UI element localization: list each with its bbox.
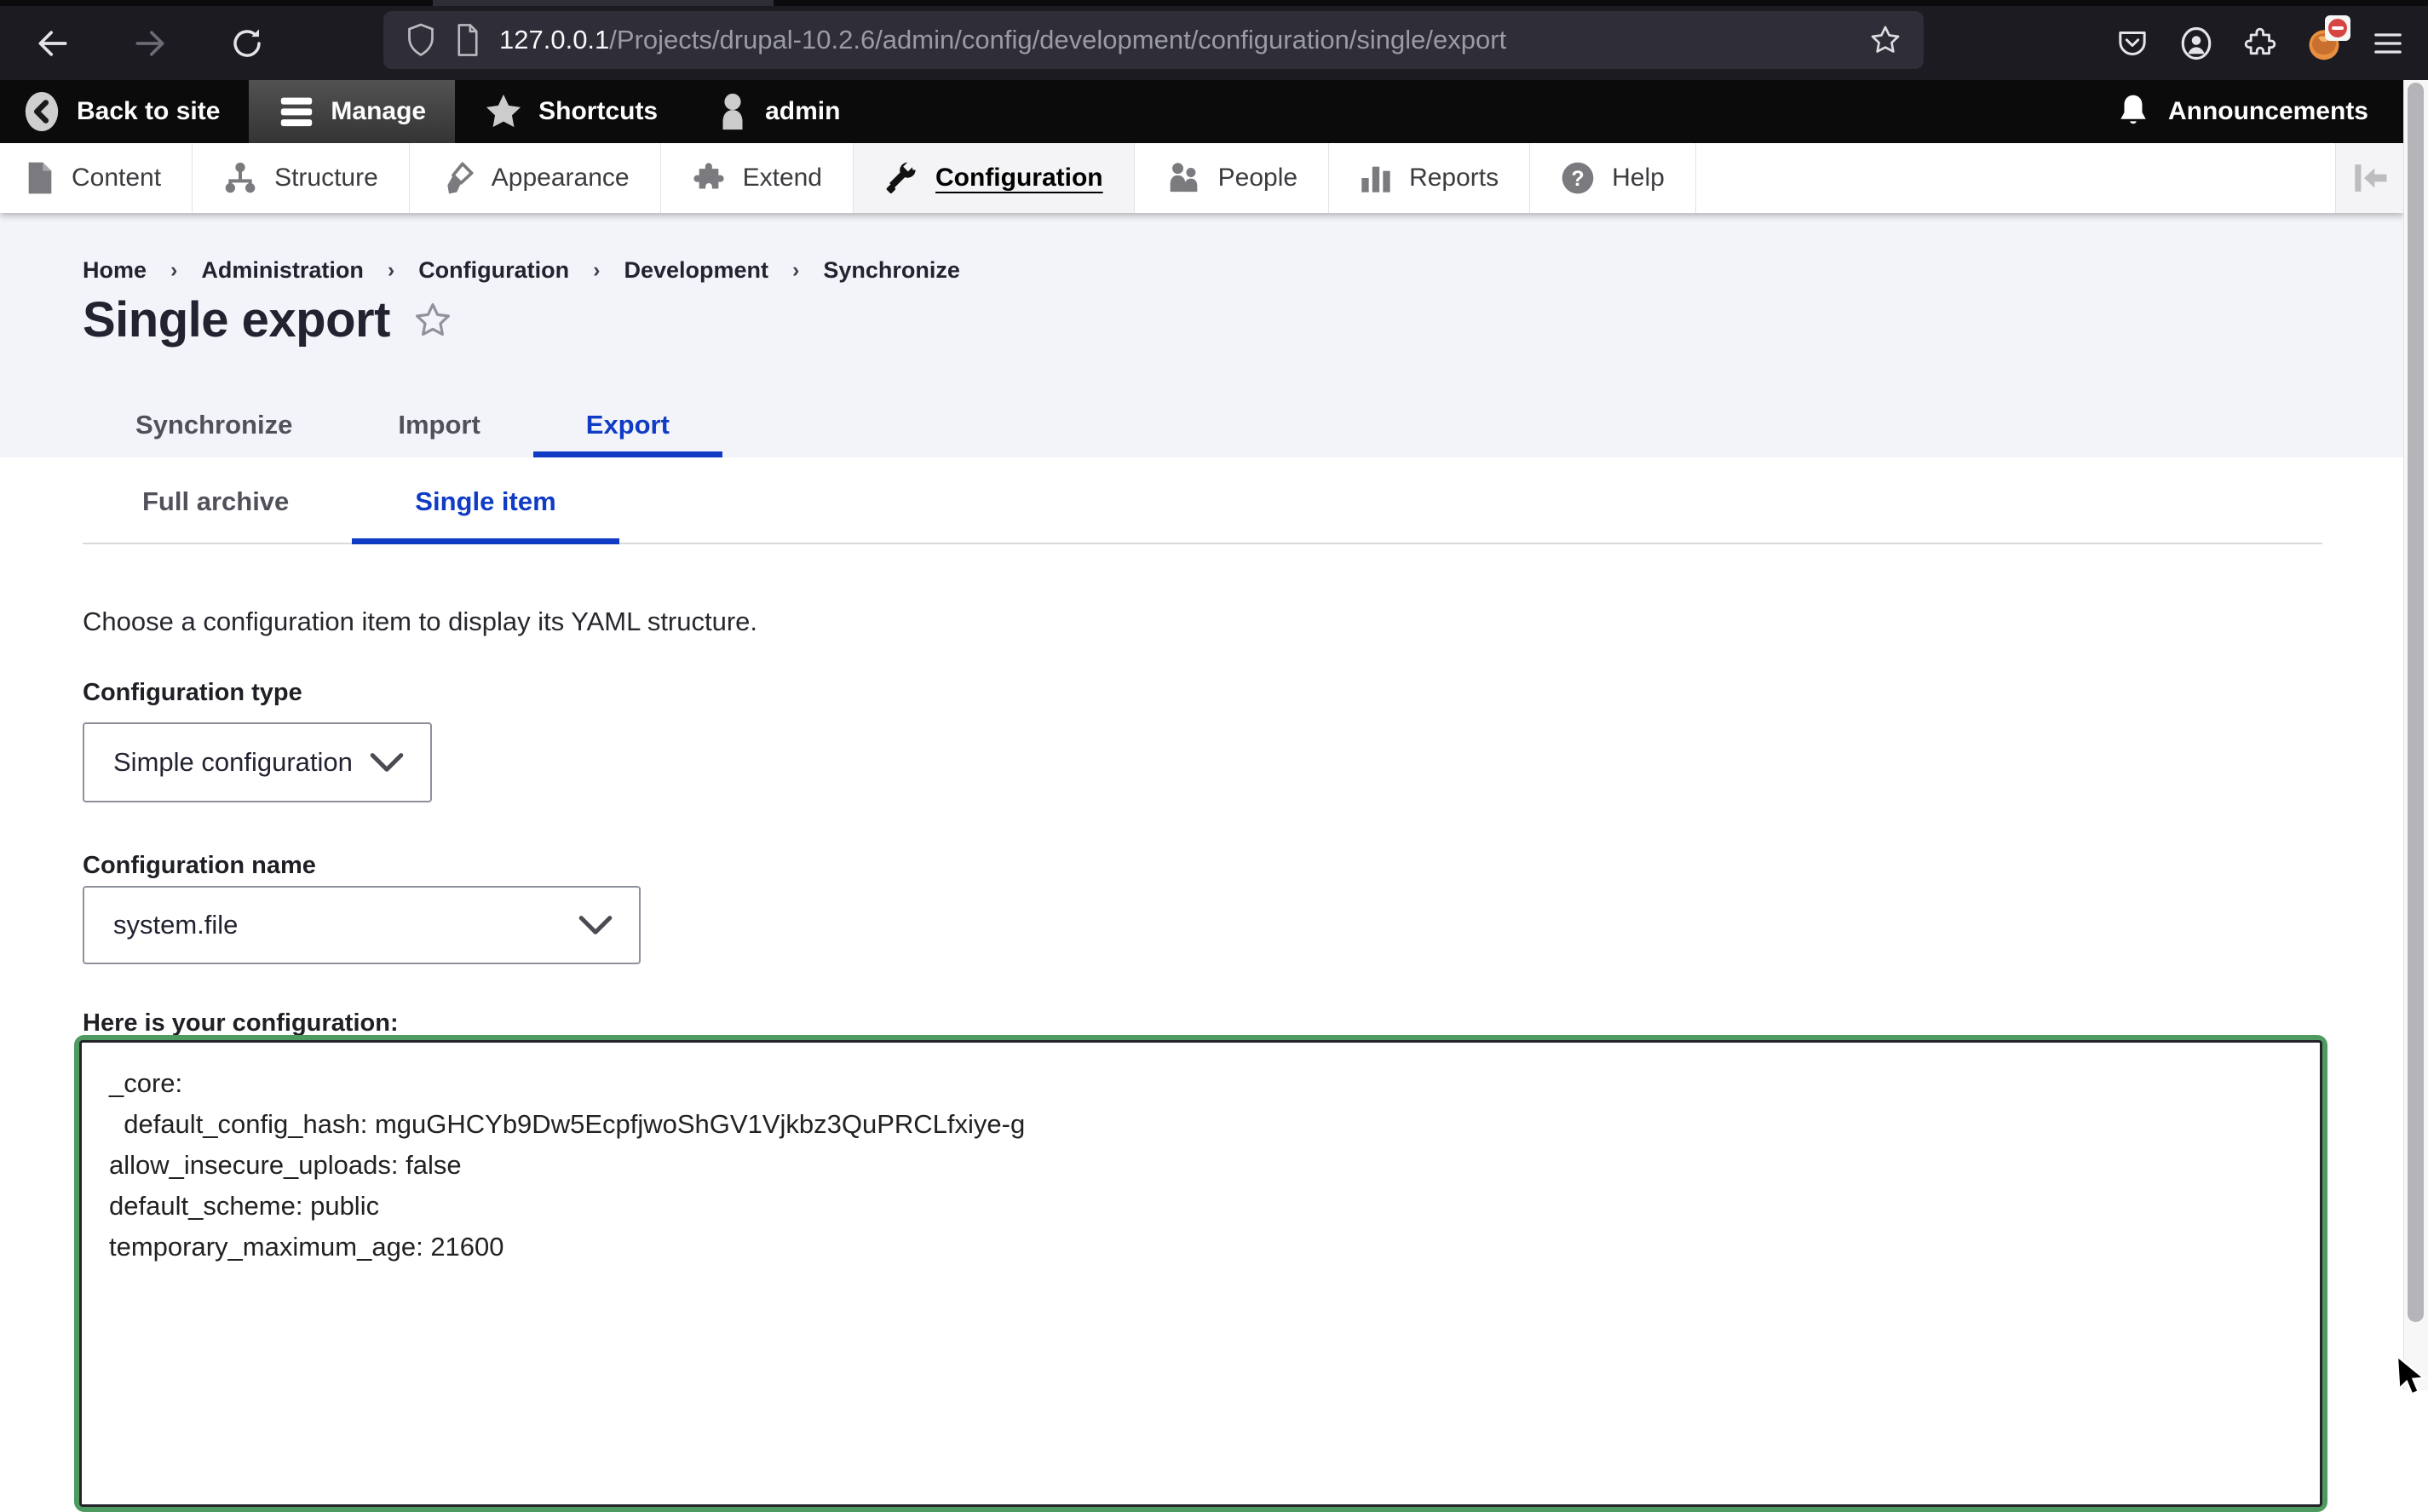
puzzle-icon xyxy=(692,161,726,195)
mouse-cursor xyxy=(2394,1354,2428,1399)
breadcrumb-link-home[interactable]: Home xyxy=(83,257,147,284)
back-button[interactable] xyxy=(34,25,72,62)
svg-text:?: ? xyxy=(1571,167,1584,191)
back-to-site-icon xyxy=(22,89,61,134)
bar-chart-icon xyxy=(1360,161,1392,195)
menu-item-people[interactable]: People xyxy=(1135,143,1329,213)
active-tab-edge xyxy=(433,0,774,6)
tab-synchronize[interactable]: Synchronize xyxy=(83,393,345,457)
favorite-star-icon[interactable] xyxy=(412,300,453,341)
page-header-region: Home › Administration › Configuration › … xyxy=(0,213,2404,457)
hamburger-menu-icon[interactable] xyxy=(2370,26,2406,61)
manage-button[interactable]: Manage xyxy=(249,80,455,143)
menu-item-label: Structure xyxy=(274,164,378,193)
brush-icon xyxy=(440,161,475,195)
chevron-down-icon xyxy=(369,751,405,773)
menu-item-help[interactable]: ? Help xyxy=(1530,143,1696,213)
pocket-icon[interactable] xyxy=(2114,26,2150,61)
back-to-site-label: Back to site xyxy=(77,97,220,126)
manage-hamburger-icon xyxy=(278,95,315,129)
primary-tabs: Synchronize Import Export xyxy=(83,393,722,457)
account-icon[interactable] xyxy=(2178,26,2214,61)
config-name-select[interactable]: system.file xyxy=(83,886,641,964)
shortcuts-button[interactable]: Shortcuts xyxy=(455,80,687,143)
shortcuts-label: Shortcuts xyxy=(538,97,658,126)
admin-menu-bar: Content Structure Appearance Extend xyxy=(0,143,2404,213)
bell-icon xyxy=(2115,92,2151,131)
shield-icon[interactable] xyxy=(406,23,436,57)
breadcrumb-link-development[interactable]: Development xyxy=(624,257,768,284)
menu-item-label: Extend xyxy=(743,164,822,193)
breadcrumb-separator: › xyxy=(792,258,799,283)
menu-item-label: Content xyxy=(72,164,161,193)
breadcrumb-link-configuration[interactable]: Configuration xyxy=(418,257,569,284)
menu-item-reports[interactable]: Reports xyxy=(1329,143,1530,213)
tab-export[interactable]: Export xyxy=(533,393,722,457)
wrench-icon xyxy=(884,161,918,195)
intro-text: Choose a configuration item to display i… xyxy=(83,607,757,637)
admin-user-button[interactable]: admin xyxy=(687,80,869,143)
breadcrumb-link-synchronize[interactable]: Synchronize xyxy=(823,257,960,284)
forward-button[interactable] xyxy=(131,25,169,62)
config-type-select[interactable]: Simple configuration xyxy=(83,722,432,802)
user-icon xyxy=(716,92,750,131)
config-output-label: Here is your configuration: xyxy=(83,1009,399,1038)
browser-toolbar: 127.0.0.1/Projects/drupal-10.2.6/admin/c… xyxy=(0,0,2428,80)
breadcrumb-separator: › xyxy=(593,258,600,283)
menu-item-content[interactable]: Content xyxy=(0,143,193,213)
announcements-button[interactable]: Announcements xyxy=(2115,80,2404,143)
menu-item-appearance[interactable]: Appearance xyxy=(410,143,661,213)
bookmark-star-icon[interactable] xyxy=(1869,24,1902,56)
container-firefox-icon[interactable] xyxy=(2306,26,2342,61)
shortcuts-star-icon xyxy=(484,93,523,130)
menu-item-configuration[interactable]: Configuration xyxy=(854,143,1135,213)
admin-toolbar: Back to site Manage Shortcuts admin xyxy=(0,80,2404,143)
url-text[interactable]: 127.0.0.1/Projects/drupal-10.2.6/admin/c… xyxy=(499,25,1850,55)
scrollbar-thumb[interactable] xyxy=(2408,83,2424,1322)
breadcrumb: Home › Administration › Configuration › … xyxy=(83,257,960,284)
chevron-down-icon xyxy=(578,914,613,936)
question-icon: ? xyxy=(1561,161,1595,195)
manage-label: Manage xyxy=(331,97,426,126)
page-info-icon[interactable] xyxy=(455,24,480,56)
config-output-focus-ring: _core: default_config_hash: mguGHCYb9Dw5… xyxy=(74,1035,2327,1512)
config-name-label: Configuration name xyxy=(83,852,316,880)
tab-import[interactable]: Import xyxy=(345,393,532,457)
menu-item-extend[interactable]: Extend xyxy=(661,143,854,213)
breadcrumb-separator: › xyxy=(170,258,177,283)
config-output-textarea[interactable]: _core: default_config_hash: mguGHCYb9Dw5… xyxy=(79,1040,2322,1507)
back-to-site-button[interactable]: Back to site xyxy=(0,80,249,143)
menu-item-label: Reports xyxy=(1409,164,1499,193)
container-badge xyxy=(2325,15,2350,41)
screen: 127.0.0.1/Projects/drupal-10.2.6/admin/c… xyxy=(0,0,2428,1390)
breadcrumb-separator: › xyxy=(388,258,394,283)
url-bar[interactable]: 127.0.0.1/Projects/drupal-10.2.6/admin/c… xyxy=(383,11,1924,69)
secondary-tabs: Full archive Single item xyxy=(83,457,2322,544)
main-content: Full archive Single item Choose a config… xyxy=(0,457,2404,1390)
sitemap-icon xyxy=(223,161,257,195)
menu-item-label: Appearance xyxy=(492,164,630,193)
config-name-value: system.file xyxy=(113,910,238,940)
menu-item-label: Configuration xyxy=(935,164,1103,193)
file-icon xyxy=(26,161,55,195)
tab-strip xyxy=(0,0,2428,6)
page-scrollbar xyxy=(2403,80,2428,1390)
config-type-label: Configuration type xyxy=(83,679,302,707)
admin-user-label: admin xyxy=(765,97,840,126)
collapse-left-icon xyxy=(2350,161,2390,195)
page-title: Single export xyxy=(83,291,390,348)
config-type-value: Simple configuration xyxy=(113,747,353,778)
tab-full-archive[interactable]: Full archive xyxy=(79,459,352,544)
people-icon xyxy=(1165,161,1201,195)
breadcrumb-link-administration[interactable]: Administration xyxy=(201,257,364,284)
menu-item-label: People xyxy=(1218,164,1297,193)
menu-item-label: Help xyxy=(1612,164,1665,193)
extensions-puzzle-icon[interactable] xyxy=(2242,26,2278,61)
menu-item-structure[interactable]: Structure xyxy=(193,143,410,213)
announcements-label: Announcements xyxy=(2168,97,2368,126)
toolbar-collapse-button[interactable] xyxy=(2335,143,2404,213)
tab-single-item[interactable]: Single item xyxy=(352,459,619,544)
reload-button[interactable] xyxy=(228,25,266,62)
